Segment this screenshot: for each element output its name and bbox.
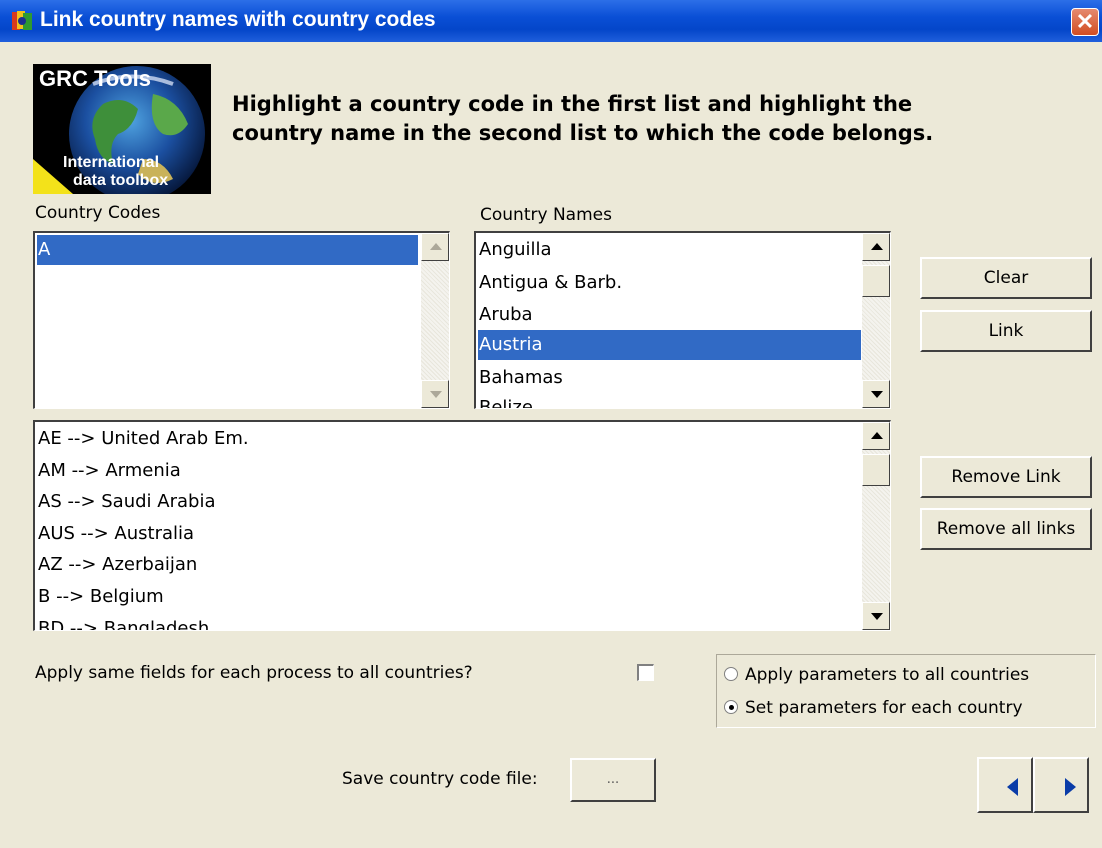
logo-subtitle-2: data toolbox <box>73 172 169 189</box>
radio-each-country[interactable] <box>724 700 738 714</box>
country-names-scrollbar[interactable] <box>862 233 890 408</box>
arrow-down-icon <box>871 391 883 398</box>
country-names-list[interactable]: Anguilla Antigua & Barb. Aruba Austria B… <box>474 231 891 409</box>
list-item[interactable]: Antigua & Barb. <box>478 268 622 298</box>
previous-button[interactable] <box>977 757 1033 813</box>
logo-subtitle-1: International <box>63 154 160 171</box>
list-item[interactable]: AS --> Saudi Arabia <box>37 487 215 517</box>
radio-apply-all[interactable] <box>724 667 738 681</box>
country-codes-list[interactable]: A <box>33 231 450 409</box>
list-item[interactable]: AM --> Armenia <box>37 456 181 486</box>
arrow-down-icon <box>430 391 442 398</box>
scroll-down-button[interactable] <box>862 380 890 408</box>
country-codes-label: Country Codes <box>35 203 161 223</box>
list-item[interactable]: A <box>37 235 418 265</box>
remove-all-links-button[interactable]: Remove all links <box>920 508 1092 550</box>
scroll-thumb[interactable] <box>862 454 890 486</box>
apply-same-fields-label: Apply same fields for each process to al… <box>35 663 473 683</box>
list-item[interactable]: B --> Belgium <box>37 582 164 612</box>
save-file-label: Save country code file: <box>342 769 538 789</box>
remove-link-button[interactable]: Remove Link <box>920 456 1092 498</box>
radio-each-country-label: Set parameters for each country <box>745 698 1023 718</box>
app-icon <box>10 9 34 33</box>
country-codes-scrollbar[interactable] <box>421 233 449 408</box>
list-item[interactable]: Austria <box>478 330 861 360</box>
list-item[interactable]: AE --> United Arab Em. <box>37 424 249 454</box>
window-title: Link country names with country codes <box>40 8 436 31</box>
scroll-down-button[interactable] <box>421 380 449 408</box>
grc-tools-logo: GRC Tools International data toolbox <box>33 64 211 194</box>
scroll-thumb[interactable] <box>862 265 890 297</box>
close-icon: ✕ <box>1075 9 1095 34</box>
list-item[interactable]: AUS --> Australia <box>37 519 194 549</box>
scroll-up-button[interactable] <box>421 233 449 261</box>
arrow-up-icon <box>871 432 883 439</box>
next-button[interactable] <box>1033 757 1089 813</box>
list-item[interactable]: Anguilla <box>478 235 552 265</box>
list-item[interactable]: Aruba <box>478 300 533 330</box>
scroll-up-button[interactable] <box>862 233 890 261</box>
apply-same-fields-checkbox[interactable] <box>637 664 654 681</box>
country-names-label: Country Names <box>480 205 612 225</box>
logo-title: GRC Tools <box>39 66 152 91</box>
radio-apply-all-label: Apply parameters to all countries <box>745 665 1030 685</box>
radio-button[interactable] <box>724 700 738 714</box>
arrow-up-icon <box>430 243 442 250</box>
close-button[interactable]: ✕ <box>1071 8 1099 36</box>
arrow-down-icon <box>871 613 883 620</box>
radio-selected-dot <box>729 705 734 710</box>
links-scrollbar[interactable] <box>862 422 890 630</box>
clear-button[interactable]: Clear <box>920 257 1092 299</box>
list-item[interactable]: Belize <box>478 393 533 408</box>
instruction-text: Highlight a country code in the first li… <box>232 92 934 145</box>
scroll-up-button[interactable] <box>862 422 890 450</box>
links-list[interactable]: AE --> United Arab Em. AM --> Armenia AS… <box>33 420 891 631</box>
scroll-down-button[interactable] <box>862 602 890 630</box>
radio-button[interactable] <box>724 667 738 681</box>
arrow-right-icon <box>1065 778 1076 796</box>
arrow-left-icon <box>1007 778 1018 796</box>
link-button[interactable]: Link <box>920 310 1092 352</box>
arrow-up-icon <box>871 243 883 250</box>
save-file-button[interactable]: ... <box>570 758 656 802</box>
list-item[interactable]: Bahamas <box>478 363 563 393</box>
list-item[interactable]: AZ --> Azerbaijan <box>37 550 197 580</box>
list-item[interactable]: BD --> Bangladesh <box>37 614 209 630</box>
